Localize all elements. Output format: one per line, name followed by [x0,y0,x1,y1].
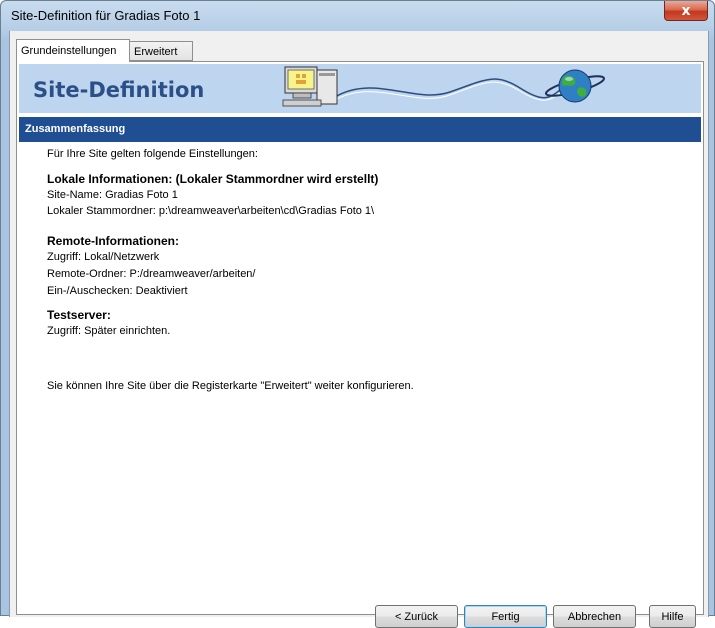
local-site-name: Site-Name: Gradias Foto 1 [47,189,178,201]
close-button[interactable]: x [664,1,708,21]
banner-title: Site-Definition [33,78,205,102]
cancel-button[interactable]: Abbrechen [553,605,636,628]
banner-illustration [282,66,605,107]
help-button[interactable]: Hilfe [649,605,696,628]
testserver-access: Zugriff: Später einrichten. [47,325,171,337]
local-root-folder: Lokaler Stammordner: p:\dreamweaver\arbe… [47,205,375,217]
section-title: Zusammenfassung [25,123,126,135]
title-bar[interactable]: Site-Definition für Gradias Foto 1 x [1,1,714,31]
summary-intro: Für Ihre Site gelten folgende Einstellun… [47,148,258,160]
tab-grundeinstellungen[interactable]: Grundeinstellungen [16,39,130,62]
back-button[interactable]: < Zurück [375,605,458,628]
header-banner: Site-Definition [19,64,701,113]
tab-panel: Site-Definition Zusammenfassung Für Ihre… [16,61,704,628]
window-title: Site-Definition für Gradias Foto 1 [11,8,201,23]
configure-note: Sie können Ihre Site über die Registerka… [47,380,414,392]
site-definition-window: Site-Definition für Gradias Foto 1 x Gru… [0,0,715,628]
remote-checkout: Ein-/Auschecken: Deaktiviert [47,285,188,297]
tab-erweitert[interactable]: Erweitert [130,41,193,61]
close-icon: x [681,2,691,19]
remote-access: Zugriff: Lokal/Netzwerk [47,251,160,263]
computer-icon [282,66,338,107]
testserver-heading: Testserver: [47,308,111,322]
finish-button[interactable]: Fertig [464,605,547,628]
local-info-heading: Lokale Informationen: (Lokaler Stammordn… [47,172,379,186]
section-header: Zusammenfassung [19,117,701,142]
remote-folder: Remote-Ordner: P:/dreamweaver/arbeiten/ [47,268,256,280]
dialog-client-area: Grundeinstellungen Erweitert Site-Defini… [9,31,709,628]
remote-info-heading: Remote-Informationen: [47,234,179,248]
